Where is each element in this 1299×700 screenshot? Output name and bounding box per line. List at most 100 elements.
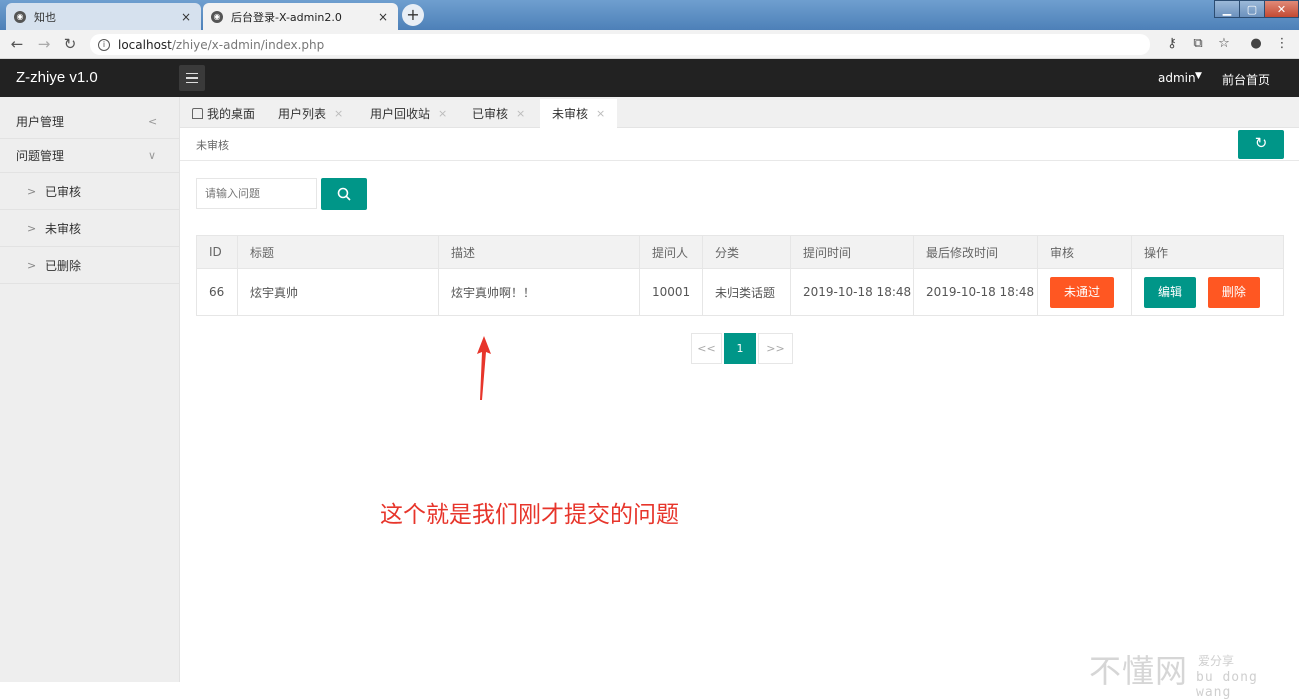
reload-icon[interactable]: ↻ <box>61 35 79 53</box>
close-icon[interactable]: × <box>516 107 525 120</box>
cell-category: 未归类话题 <box>702 268 791 316</box>
sidebar-item-deleted[interactable]: > 已删除 <box>0 247 180 284</box>
close-icon[interactable]: × <box>596 107 605 120</box>
search-icon <box>337 187 351 201</box>
close-icon[interactable]: × <box>438 107 447 120</box>
tab-label: 未审核 <box>552 107 589 121</box>
search-button[interactable] <box>321 178 367 210</box>
address-bar: ← → ↻ i localhost/zhiye/x-admin/index.ph… <box>0 30 1299 59</box>
app-logo[interactable]: Z-zhiye v1.0 <box>16 69 98 86</box>
browser-tab-zhiye[interactable]: ◉ 知也 × <box>6 3 201 30</box>
watermark-slogan: 爱分享 <box>1198 654 1235 668</box>
tab-user-list[interactable]: 用户列表 × <box>278 99 343 128</box>
breadcrumb: 未审核 ↻ <box>180 128 1299 161</box>
col-actions: 操作 <box>1131 235 1284 269</box>
sidebar-item-user-management[interactable]: 用户管理 < <box>0 105 180 139</box>
refresh-button[interactable]: ↻ <box>1238 130 1284 159</box>
tab-user-recycle[interactable]: 用户回收站 × <box>370 99 447 128</box>
close-icon[interactable]: × <box>376 10 390 24</box>
chevron-right-icon: > <box>27 221 37 235</box>
chevron-down-icon: ∨ <box>148 149 157 162</box>
app-header: Z-zhiye v1.0 admin ▼ 前台首页 <box>0 59 1299 97</box>
edit-button[interactable]: 编辑 <box>1144 276 1196 308</box>
sidebar-item-unreviewed[interactable]: > 未审核 <box>0 210 180 247</box>
cell-review: 未通过 <box>1037 268 1132 316</box>
url-host: localhost <box>118 37 172 52</box>
browser-tab-strip: ◉ 知也 × ◉ 后台登录-X-admin2.0 × + ▁ ▢ ✕ <box>0 0 1299 30</box>
tab-unreviewed[interactable]: 未审核 × <box>540 99 618 128</box>
chevron-left-icon: < <box>148 115 158 128</box>
tab-label: 我的桌面 <box>207 107 256 121</box>
annotation-text: 这个就是我们刚才提交的问题 <box>380 502 679 528</box>
star-icon[interactable]: ☆ <box>1216 36 1232 52</box>
cell-title: 炫宇真帅 <box>237 268 439 316</box>
front-page-link[interactable]: 前台首页 <box>1222 71 1270 88</box>
chevron-right-icon: > <box>27 184 37 198</box>
prev-page-button[interactable]: << <box>691 333 722 364</box>
account-icon[interactable]: ● <box>1248 36 1264 52</box>
translate-icon[interactable]: ⧉ <box>1190 36 1206 52</box>
sidebar-item-label: 已审核 <box>45 184 82 199</box>
tab-desktop[interactable]: 我的桌面 <box>192 99 255 128</box>
close-icon[interactable]: × <box>334 107 343 120</box>
col-description: 描述 <box>438 235 640 269</box>
browser-tab-title: 后台登录-X-admin2.0 <box>231 10 342 24</box>
forward-icon[interactable]: → <box>35 35 53 53</box>
browser-tab-title: 知也 <box>34 10 56 24</box>
maximize-button[interactable]: ▢ <box>1239 0 1265 18</box>
key-icon[interactable]: ⚷ <box>1164 36 1180 52</box>
col-created: 提问时间 <box>790 235 914 269</box>
reject-button[interactable]: 未通过 <box>1050 276 1114 308</box>
col-asker: 提问人 <box>639 235 703 269</box>
home-icon <box>192 108 203 119</box>
tab-reviewed[interactable]: 已审核 × <box>472 99 525 128</box>
annotation-arrow <box>477 336 491 400</box>
breadcrumb-item[interactable]: 未审核 <box>196 137 229 153</box>
table-header-row: ID 标题 描述 提问人 分类 提问时间 最后修改时间 审核 操作 <box>196 235 1284 269</box>
table-row: 66 炫宇真帅 炫宇真帅啊！！ 10001 未归类话题 2019-10-18 1… <box>196 268 1284 316</box>
url-field[interactable]: i localhost/zhiye/x-admin/index.php <box>90 34 1150 55</box>
caret-down-icon[interactable]: ▼ <box>1195 71 1202 81</box>
page-tabs: 我的桌面 用户列表 × 用户回收站 × 已审核 × 未审核 × <box>180 97 1299 128</box>
user-menu[interactable]: admin <box>1158 71 1196 85</box>
refresh-icon: ↻ <box>1254 134 1268 152</box>
menu-icon[interactable]: ⋮ <box>1274 36 1290 52</box>
cell-created: 2019-10-18 18:48 <box>790 268 914 316</box>
sidebar-item-reviewed[interactable]: > 已审核 <box>0 173 180 210</box>
next-page-button[interactable]: >> <box>758 333 793 364</box>
cell-modified: 2019-10-18 18:48 <box>913 268 1038 316</box>
col-id: ID <box>196 235 238 269</box>
minimize-button[interactable]: ▁ <box>1214 0 1240 18</box>
browser-tab-admin[interactable]: ◉ 后台登录-X-admin2.0 × <box>203 3 398 30</box>
delete-button[interactable]: 删除 <box>1207 276 1260 308</box>
cell-id: 66 <box>196 268 238 316</box>
close-icon[interactable]: × <box>179 10 193 24</box>
new-tab-button[interactable]: + <box>402 4 424 26</box>
info-icon[interactable]: i <box>98 38 110 51</box>
sidebar-item-label: 用户管理 <box>16 115 65 129</box>
col-title: 标题 <box>237 235 439 269</box>
url-path: /zhiye/x-admin/index.php <box>171 37 325 52</box>
sidebar: 用户管理 < 问题管理 ∨ > 已审核 > 未审核 > 已删除 <box>0 97 180 682</box>
col-review: 审核 <box>1037 235 1132 269</box>
watermark-logo: 不懂网 <box>1089 652 1189 690</box>
sidebar-item-question-management[interactable]: 问题管理 ∨ <box>0 139 180 173</box>
page-button-current[interactable]: 1 <box>724 333 756 364</box>
chevron-right-icon: > <box>27 258 37 272</box>
watermark-pinyin: bu dong wang <box>1196 670 1258 700</box>
sidebar-item-label: 未审核 <box>45 221 82 236</box>
cell-asker: 10001 <box>639 268 703 316</box>
pagination: << 1 >> <box>691 333 793 364</box>
questions-table: ID 标题 描述 提问人 分类 提问时间 最后修改时间 审核 操作 66 炫宇真… <box>196 235 1284 316</box>
search-input[interactable] <box>196 178 317 209</box>
col-modified: 最后修改时间 <box>913 235 1038 269</box>
menu-toggle-button[interactable] <box>179 65 205 91</box>
col-category: 分类 <box>702 235 791 269</box>
close-window-button[interactable]: ✕ <box>1264 0 1299 18</box>
sidebar-item-label: 问题管理 <box>16 149 65 163</box>
tab-label: 已审核 <box>472 107 509 121</box>
back-icon[interactable]: ← <box>8 35 26 53</box>
cell-description: 炫宇真帅啊！！ <box>438 268 640 316</box>
sidebar-item-label: 已删除 <box>45 258 82 273</box>
globe-icon: ◉ <box>14 10 26 23</box>
